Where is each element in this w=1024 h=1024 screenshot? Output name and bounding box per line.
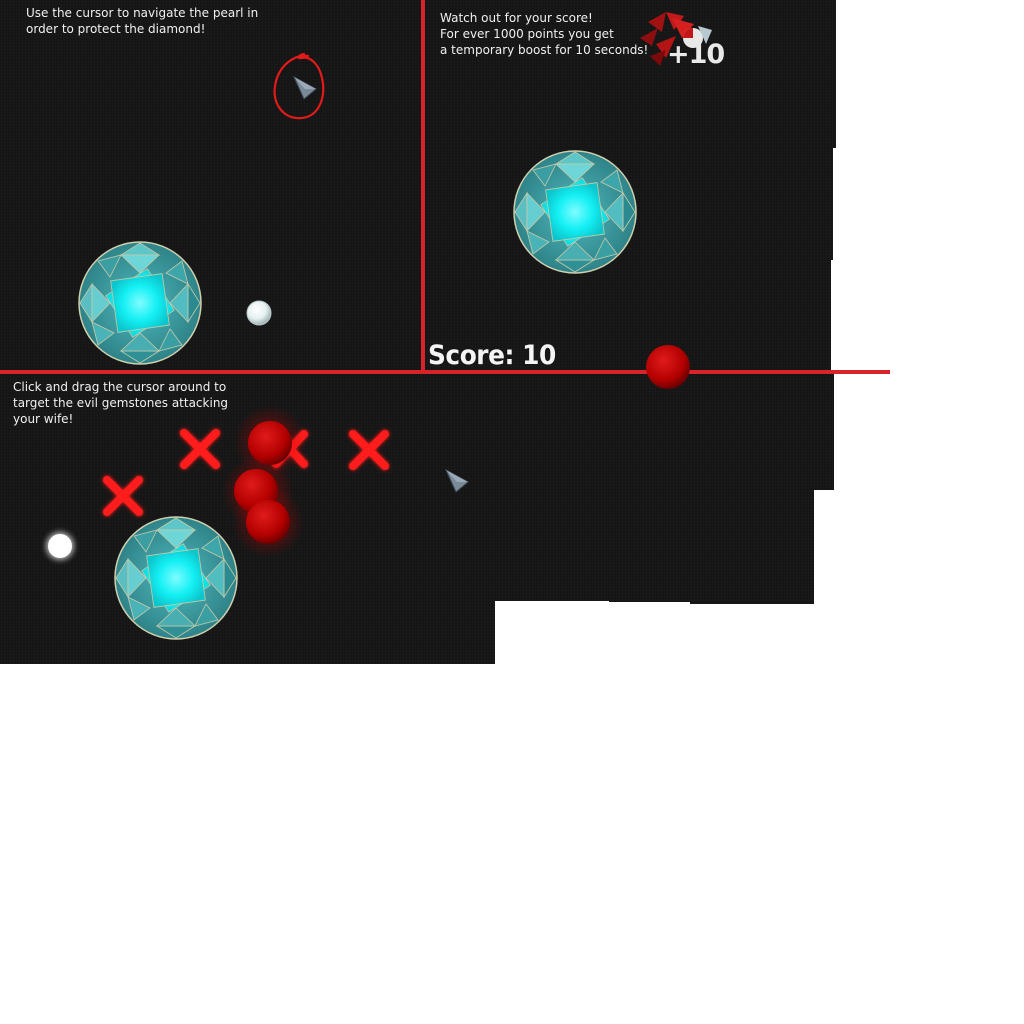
instruction-target: Click and drag the cursor around to targ… <box>13 379 228 427</box>
tutorial-screenshot: Use the cursor to navigate the pearl in … <box>0 0 1024 1024</box>
instruction-target-line-1: Click and drag the cursor around to <box>13 380 227 394</box>
instruction-target-line-3: your wife! <box>13 412 74 426</box>
panel-target-lower <box>0 599 495 664</box>
instruction-score-line-2: For ever 1000 points you get <box>440 27 614 41</box>
shatter-effect-icon <box>640 12 712 66</box>
pointer-arrow-icon <box>292 75 317 100</box>
pointer-arrow-icon <box>444 468 469 493</box>
red-x-icon <box>180 429 220 469</box>
instruction-score: Watch out for your score! For ever 1000 … <box>440 10 648 58</box>
instruction-navigate: Use the cursor to navigate the pearl in … <box>26 5 258 37</box>
diamond-icon <box>114 516 238 640</box>
vertical-divider <box>421 0 425 374</box>
enemy-gem-icon[interactable] <box>645 344 691 389</box>
instruction-score-line-1: Watch out for your score! <box>440 11 593 25</box>
panel-target-strip-2 <box>609 599 690 602</box>
diamond-icon <box>513 150 637 274</box>
instruction-score-line-3: a temporary boost for 10 seconds! <box>440 43 649 57</box>
pearl-icon[interactable] <box>40 526 80 566</box>
diamond-icon <box>78 241 202 365</box>
panel-target-strip-1 <box>495 599 609 601</box>
red-x-icon <box>349 430 389 470</box>
pearl-icon[interactable] <box>246 300 272 326</box>
red-x-icon <box>103 476 143 516</box>
instruction-target-line-2: target the evil gemstones attacking <box>13 396 229 410</box>
enemy-gem-icon[interactable] <box>232 486 304 558</box>
panel-navigate <box>0 0 423 372</box>
instruction-navigate-line-2: order to protect the diamond! <box>26 22 206 36</box>
instruction-navigate-line-1: Use the cursor to navigate the pearl in <box>26 6 259 20</box>
panel-target-strip-3 <box>690 599 814 604</box>
score-display: Score: 10 <box>428 340 556 371</box>
